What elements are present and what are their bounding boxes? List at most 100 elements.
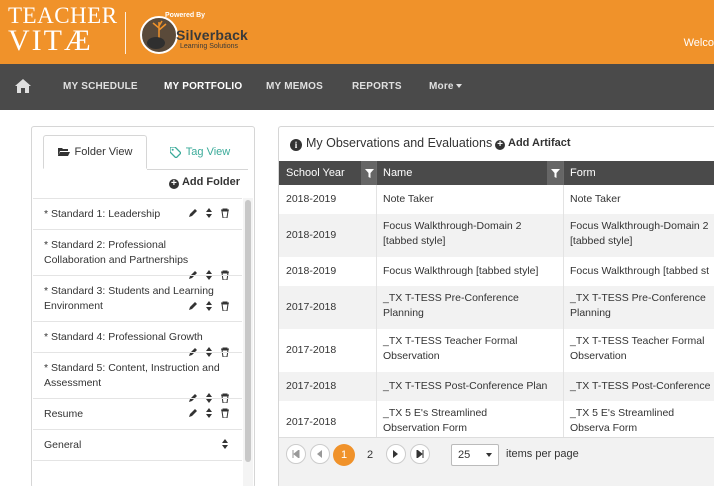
folder-item-partial[interactable] <box>33 460 242 486</box>
cell-form: Focus Walkthrough [tabbed st <box>570 265 710 277</box>
cell-name: Focus Walkthrough [tabbed style] <box>383 265 539 277</box>
table-row[interactable]: 2017-2018 _TX T-TESS Teacher Formal Obse… <box>279 329 714 372</box>
table-row[interactable]: 2017-2018 _TX 5 E's Streamlined Observat… <box>279 401 714 437</box>
cell-name: _TX 5 E's Streamlined Observation Form <box>383 407 488 434</box>
folder-item[interactable]: * Standard 1: Leadership <box>33 198 242 229</box>
prev-page-button[interactable] <box>310 444 330 464</box>
chevron-down-icon <box>486 453 492 457</box>
pencil-icon[interactable] <box>188 301 198 311</box>
pagination-bar: 1 2 25 items per page <box>279 437 714 486</box>
folder-scrollbar-thumb[interactable] <box>245 200 251 462</box>
observations-panel: i My Observations and Evaluations + Add Ar… <box>278 126 714 486</box>
folder-label: General <box>44 439 82 451</box>
cell-form: _TX 5 E's Streamlined Observa Form <box>570 407 675 434</box>
panel-title: i My Observations and Evaluations <box>290 136 492 151</box>
pencil-icon[interactable] <box>188 408 198 418</box>
add-artifact-button[interactable]: + Add Artifact <box>495 137 571 150</box>
add-artifact-label: Add Artifact <box>508 137 571 149</box>
page-1-button[interactable]: 1 <box>333 444 355 466</box>
sort-icon[interactable] <box>204 301 214 311</box>
column-header-form[interactable]: Form <box>563 161 714 185</box>
cell-form: Focus Walkthrough-Domain 2 [tabbed style… <box>570 220 709 247</box>
trash-icon[interactable] <box>220 408 230 418</box>
tag-icon <box>169 146 181 158</box>
nav-my-schedule[interactable]: MY SCHEDULE <box>63 81 138 92</box>
folder-actions <box>188 408 230 418</box>
teacher-vitae-logo[interactable]: TEACHER VITÆ <box>8 4 118 56</box>
trash-icon[interactable] <box>220 301 230 311</box>
nav-my-portfolio[interactable]: MY PORTFOLIO <box>164 81 242 92</box>
tab-tag-view[interactable]: Tag View <box>150 135 250 169</box>
partner-name: Silverback <box>176 27 249 43</box>
panel-title-text: My Observations and Evaluations <box>306 136 493 150</box>
caret-down-icon <box>455 84 462 89</box>
nav-my-memos[interactable]: MY MEMOS <box>266 81 323 92</box>
folder-item[interactable]: * Standard 3: Students and Learning Envi… <box>33 275 242 321</box>
folder-item[interactable]: Resume <box>33 398 242 429</box>
pencil-icon[interactable] <box>188 208 198 218</box>
trash-icon[interactable] <box>220 208 230 218</box>
nav-more[interactable]: More <box>429 81 462 92</box>
page-size-value: 25 <box>458 449 471 461</box>
cell-name: _TX T-TESS Teacher Formal Observation <box>383 335 518 362</box>
tab-divider <box>147 169 248 170</box>
folder-label: * Standard 4: Professional Growth <box>44 331 203 343</box>
tab-folder-view-label: Folder View <box>74 146 133 158</box>
next-page-button[interactable] <box>386 444 406 464</box>
cell-name: _TX T-TESS Pre-Conference Planning <box>383 292 519 319</box>
powered-by-label: Powered By <box>165 12 206 19</box>
cell-name: Note Taker <box>383 193 434 205</box>
cell-name: _TX T-TESS Post-Conference Plan <box>383 380 548 392</box>
folder-item[interactable]: * Standard 5: Content, Instruction and A… <box>33 352 242 403</box>
page-size-select[interactable]: 25 <box>451 444 499 466</box>
gorilla-tree-icon <box>140 16 178 54</box>
cell-school-year: 2018-2019 <box>286 229 337 241</box>
nav-reports[interactable]: REPORTS <box>352 81 402 92</box>
table-row[interactable]: 2017-2018 _TX T-TESS Pre-Conference Plan… <box>279 286 714 329</box>
table-row[interactable]: 2018-2019 Note Taker Note Taker <box>279 185 714 214</box>
cell-name: Focus Walkthrough-Domain 2 [tabbed style… <box>383 220 522 247</box>
folder-list: * Standard 1: Leadership * Standard 2: P… <box>33 198 242 486</box>
table-header: School Year Name Form <box>279 161 714 185</box>
plus-circle-icon: + <box>495 140 505 150</box>
folder-label: * Standard 2: Professional Collaboration… <box>44 239 189 266</box>
folder-item[interactable]: General <box>33 429 242 460</box>
brand-divider <box>125 12 126 54</box>
cell-school-year: 2018-2019 <box>286 265 337 277</box>
cell-form: _TX T-TESS Pre-Conference Planning <box>570 292 706 319</box>
welcome-text[interactable]: Welco <box>684 37 714 49</box>
add-folder-button[interactable]: + Add Folder <box>168 176 240 189</box>
column-divider <box>563 185 564 437</box>
tab-folder-view[interactable]: Folder View <box>43 135 147 169</box>
info-icon[interactable]: i <box>290 139 302 151</box>
sort-icon[interactable] <box>204 408 214 418</box>
filter-icon[interactable] <box>361 161 377 185</box>
folder-actions <box>220 439 230 449</box>
sort-icon[interactable] <box>220 439 230 449</box>
page-size-label: items per page <box>506 448 579 460</box>
filter-icon[interactable] <box>547 161 563 185</box>
last-page-button[interactable] <box>410 444 430 464</box>
column-header-name[interactable]: Name <box>376 161 563 185</box>
cell-school-year: 2017-2018 <box>286 416 337 428</box>
folder-actions <box>188 208 230 218</box>
table-row[interactable]: 2018-2019 Focus Walkthrough [tabbed styl… <box>279 257 714 286</box>
cell-form: Note Taker <box>570 193 621 205</box>
tab-tag-view-label: Tag View <box>185 146 231 158</box>
folder-item[interactable]: * Standard 4: Professional Growth <box>33 321 242 357</box>
nav-more-label: More <box>429 81 454 92</box>
app-header: TEACHER VITÆ Powered By Silverback Learn… <box>0 0 714 64</box>
table-row[interactable]: 2018-2019 Focus Walkthrough-Domain 2 [ta… <box>279 214 714 257</box>
folder-panel: Folder View Tag View + Add Folder * Stand… <box>31 126 255 486</box>
table-row[interactable]: 2017-2018 _TX T-TESS Post-Conference Pla… <box>279 372 714 401</box>
sort-icon[interactable] <box>204 208 214 218</box>
plus-circle-icon: + <box>168 179 179 189</box>
silverback-logo: Powered By Silverback Learning Solutions <box>140 10 260 56</box>
first-page-button[interactable] <box>286 444 306 464</box>
folder-item[interactable]: * Standard 2: Professional Collaboration… <box>33 229 242 280</box>
folder-actions <box>188 301 230 311</box>
cell-form: _TX T-TESS Teacher Formal Observation <box>570 335 705 362</box>
page-2-button[interactable]: 2 <box>359 444 381 466</box>
cell-school-year: 2017-2018 <box>286 380 337 392</box>
home-icon[interactable] <box>14 78 32 94</box>
